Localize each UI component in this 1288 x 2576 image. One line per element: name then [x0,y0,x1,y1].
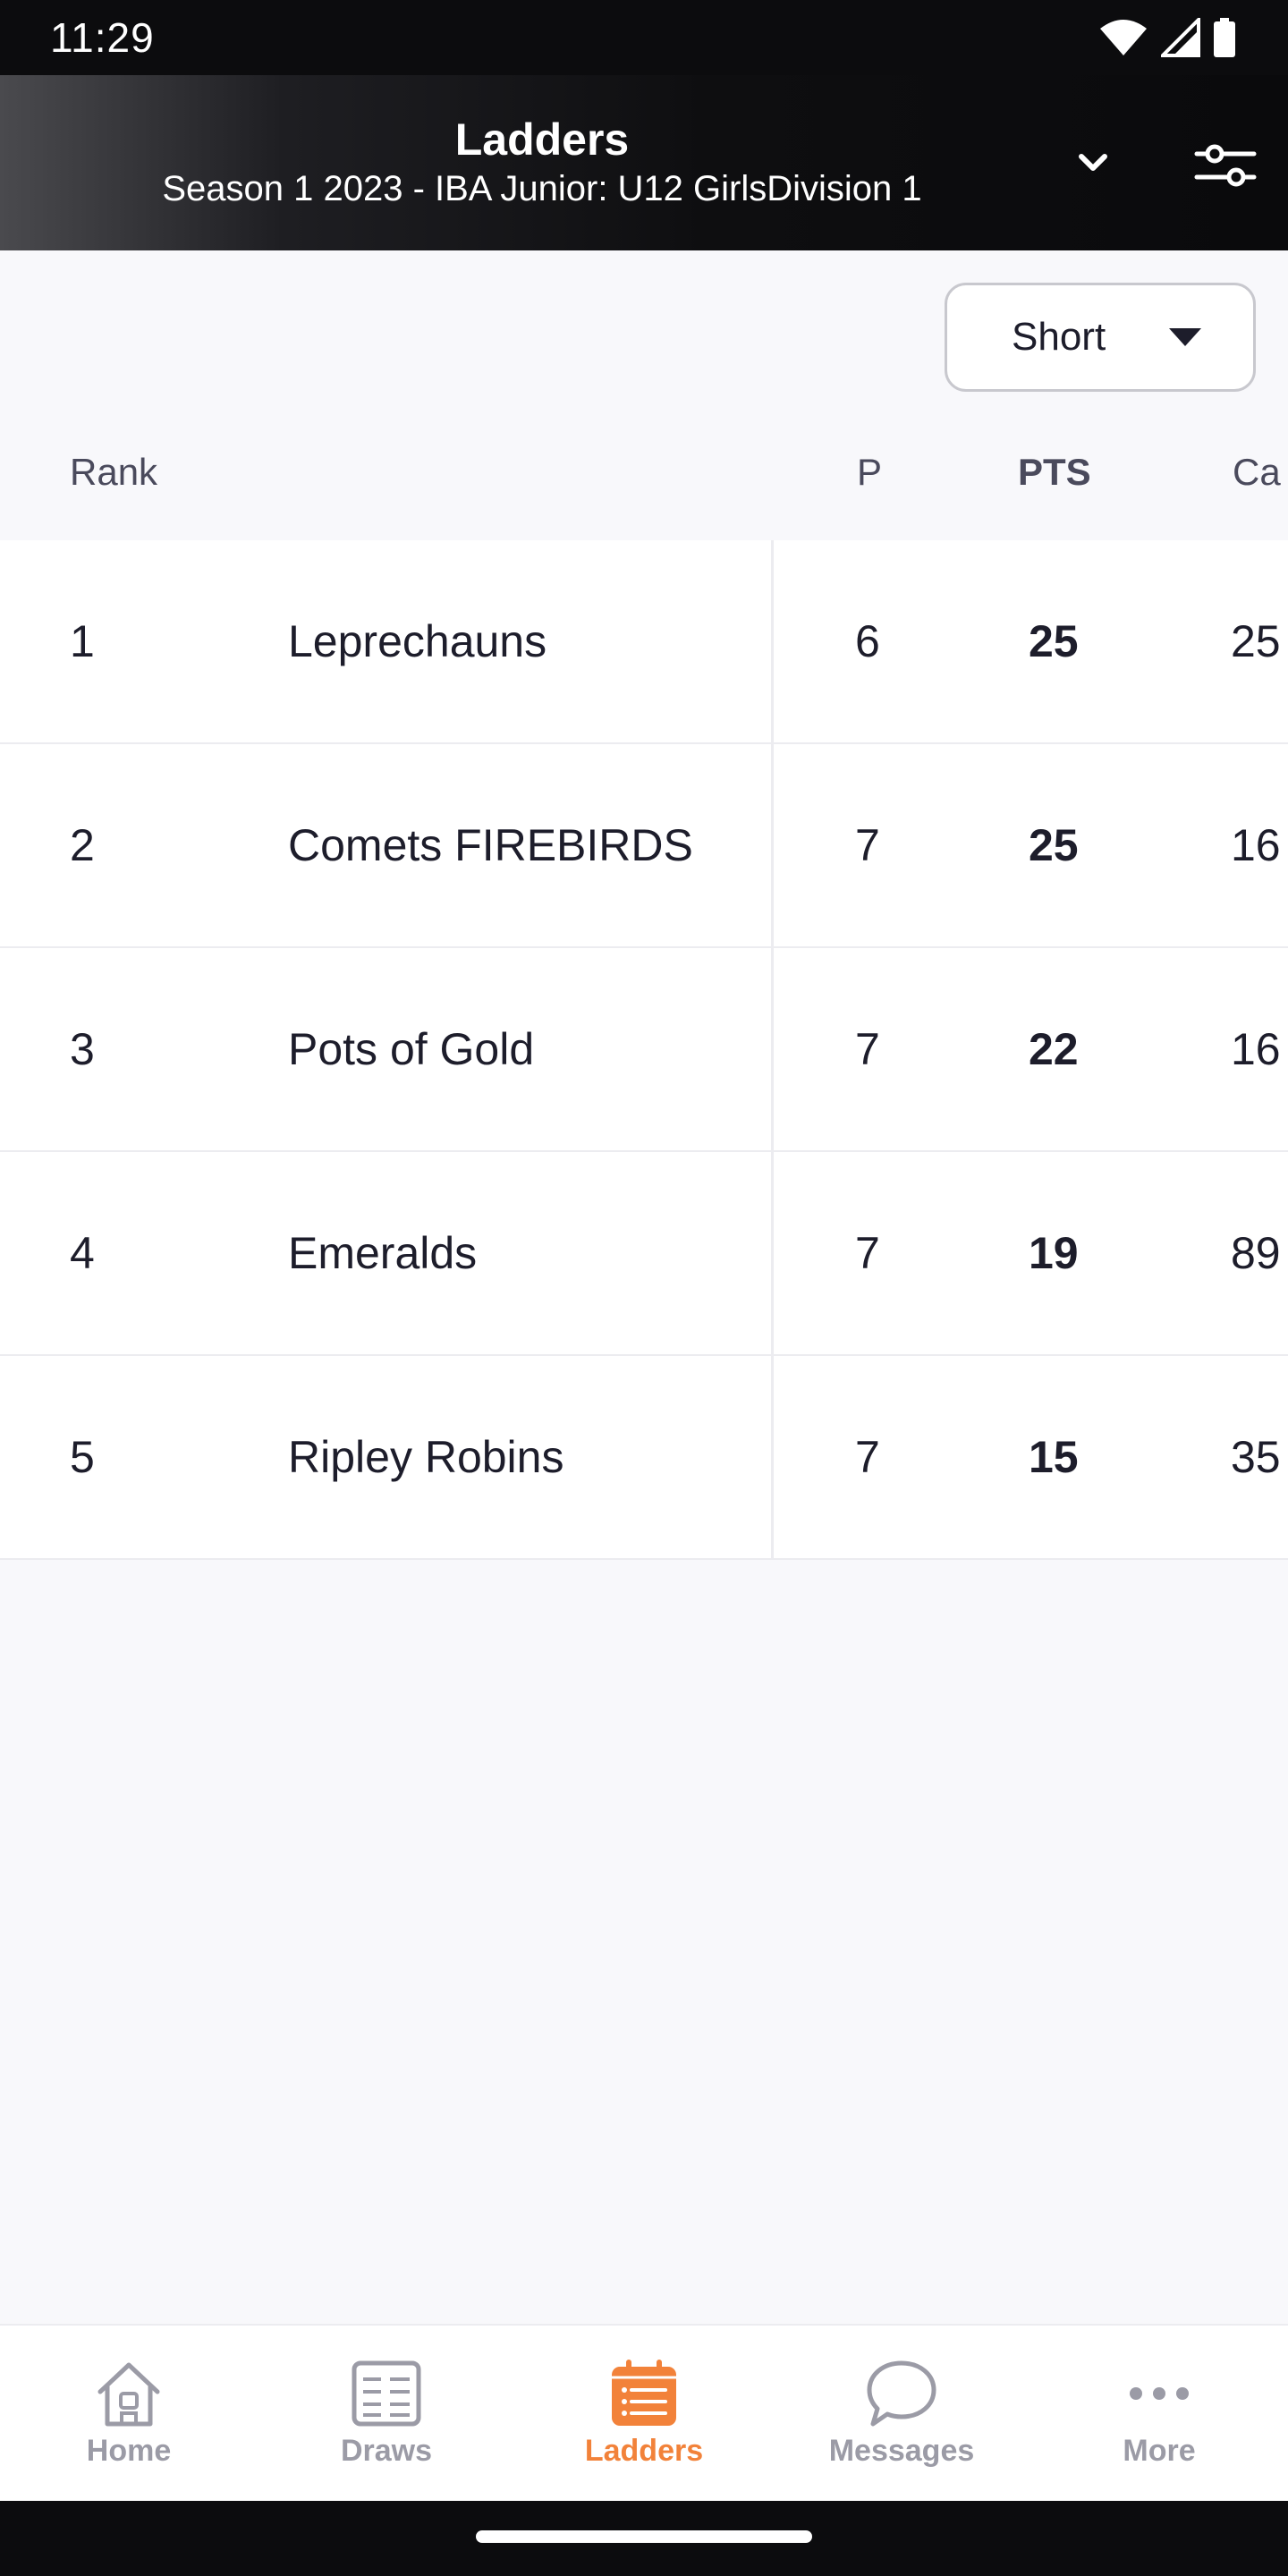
column-divider [771,744,774,946]
table-row[interactable]: 4 Emeralds 7 19 89 [0,1152,1288,1356]
column-header-points[interactable]: PTS [1018,429,1091,540]
status-time: 11:29 [50,14,155,61]
status-icons [1098,18,1236,57]
ladder-table-header: Rank P PTS Ca [0,429,1288,540]
row-rank: 3 [70,1024,95,1074]
row-points: 22 [1029,1024,1079,1074]
row-extra: 35 [1231,1432,1281,1482]
ladder-view-select[interactable]: Short [945,283,1256,392]
row-team-name[interactable]: Leprechauns [288,540,547,742]
draws-icon [352,2360,421,2427]
column-divider [771,540,774,742]
table-row[interactable]: 2 Comets FIREBIRDS 7 25 16 [0,744,1288,948]
row-team-name[interactable]: Emeralds [288,1152,477,1354]
column-header-extra[interactable]: Ca [1233,429,1281,540]
column-header-played[interactable]: P [857,429,882,540]
row-played: 7 [855,1228,880,1278]
row-played: 7 [855,1024,880,1074]
table-row[interactable]: 1 Leprechauns 6 25 25 [0,540,1288,744]
row-rank: 5 [70,1432,95,1482]
column-divider [771,948,774,1150]
filter-button[interactable] [1190,131,1261,199]
row-played: 7 [855,820,880,870]
system-nav-bar [0,2501,1288,2576]
row-extra: 25 [1231,616,1281,666]
competition-dropdown-button[interactable] [1070,140,1116,186]
row-points: 25 [1029,616,1079,666]
nav-label-draws: Draws [340,2434,433,2468]
row-team-name[interactable]: Comets FIREBIRDS [288,744,693,946]
row-played: 6 [855,616,880,666]
row-rank: 2 [70,820,95,870]
page-title: Ladders [454,114,630,165]
competition-subtitle: Season 1 2023 - IBA Junior: U12 GirlsDiv… [162,169,922,208]
wifi-icon [1100,20,1147,55]
cellular-signal-icon [1161,18,1200,57]
bottom-nav: Home Draws Ladders Messages More [0,2324,1288,2501]
home-icon [97,2362,160,2427]
nav-item-messages[interactable]: Messages [773,2326,1030,2501]
nav-label-ladders: Ladders [584,2434,704,2468]
caret-down-icon [1169,328,1201,346]
row-extra: 16 [1231,820,1281,870]
column-divider [771,1152,774,1354]
nav-item-more[interactable]: More [1030,2326,1288,2501]
column-header-rank[interactable]: Rank [70,429,157,540]
row-points: 19 [1029,1228,1079,1278]
chevron-down-icon [1079,154,1107,171]
row-points: 15 [1029,1432,1079,1482]
nav-item-home[interactable]: Home [0,2326,258,2501]
battery-icon [1214,18,1235,57]
row-rank: 4 [70,1228,95,1278]
ladder-view-value: Short [1012,315,1106,359]
nav-label-home: Home [86,2434,172,2468]
row-extra: 16 [1231,1024,1281,1074]
app-header: Ladders Season 1 2023 - IBA Junior: U12 … [0,75,1288,250]
row-team-name[interactable]: Pots of Gold [288,948,534,1150]
ladder-table: 1 Leprechauns 6 25 25 2 Comets FIREBIRDS… [0,540,1288,1560]
ladders-icon [612,2360,676,2426]
messages-icon [867,2360,936,2427]
row-played: 7 [855,1432,880,1482]
filter-sliders-icon [1194,144,1257,187]
home-gesture-handle[interactable] [476,2530,812,2543]
nav-item-draws[interactable]: Draws [258,2326,515,2501]
table-row[interactable]: 5 Ripley Robins 7 15 35 [0,1356,1288,1560]
more-icon [1130,2387,1189,2400]
column-divider [771,1356,774,1558]
nav-label-messages: Messages [828,2434,975,2468]
row-extra: 89 [1231,1228,1281,1278]
table-row[interactable]: 3 Pots of Gold 7 22 16 [0,948,1288,1152]
nav-item-ladders[interactable]: Ladders [515,2326,773,2501]
row-rank: 1 [70,616,95,666]
row-team-name[interactable]: Ripley Robins [288,1356,564,1558]
row-points: 25 [1029,820,1079,870]
status-bar: 11:29 [0,0,1288,75]
nav-label-more: More [1123,2434,1196,2468]
